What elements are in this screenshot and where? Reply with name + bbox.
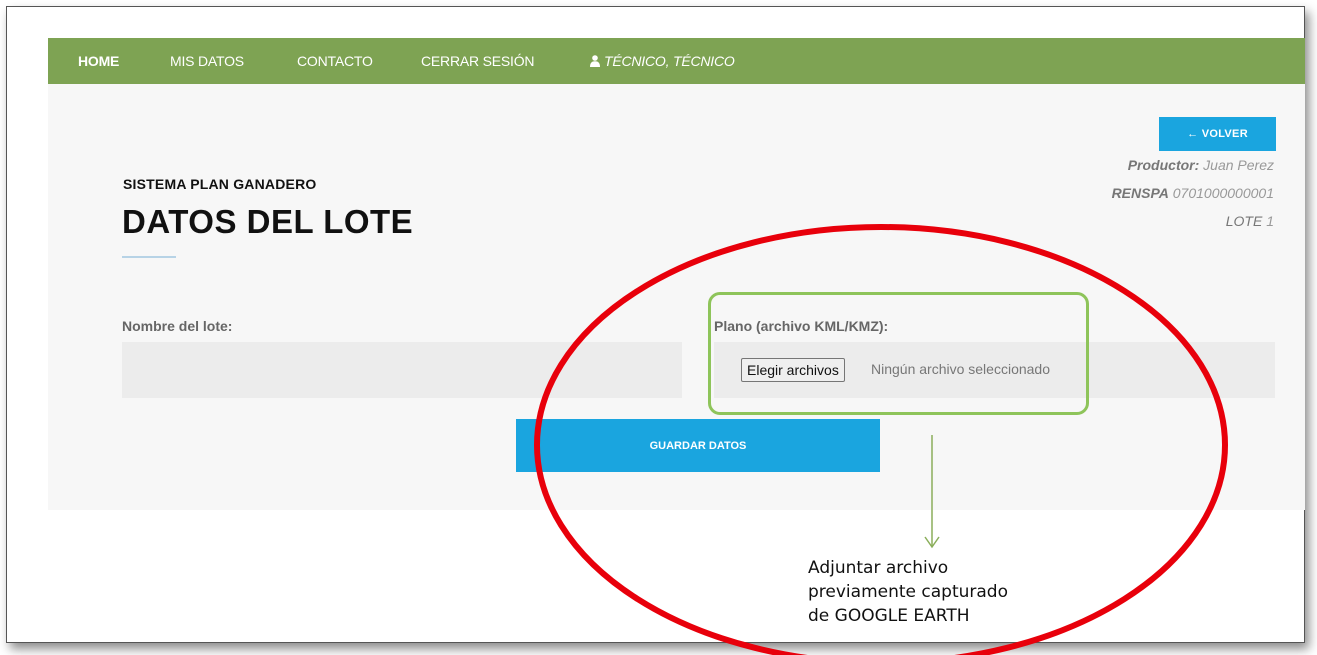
annotation-line-2: previamente capturado xyxy=(808,582,1008,602)
annotation-line-3: de GOOGLE EARTH xyxy=(808,606,970,626)
annotation-overlay xyxy=(534,224,1228,655)
annotation-line-1: Adjuntar archivo xyxy=(808,558,949,578)
annotation-note: Adjuntar archivo previamente capturado d… xyxy=(808,556,1008,628)
